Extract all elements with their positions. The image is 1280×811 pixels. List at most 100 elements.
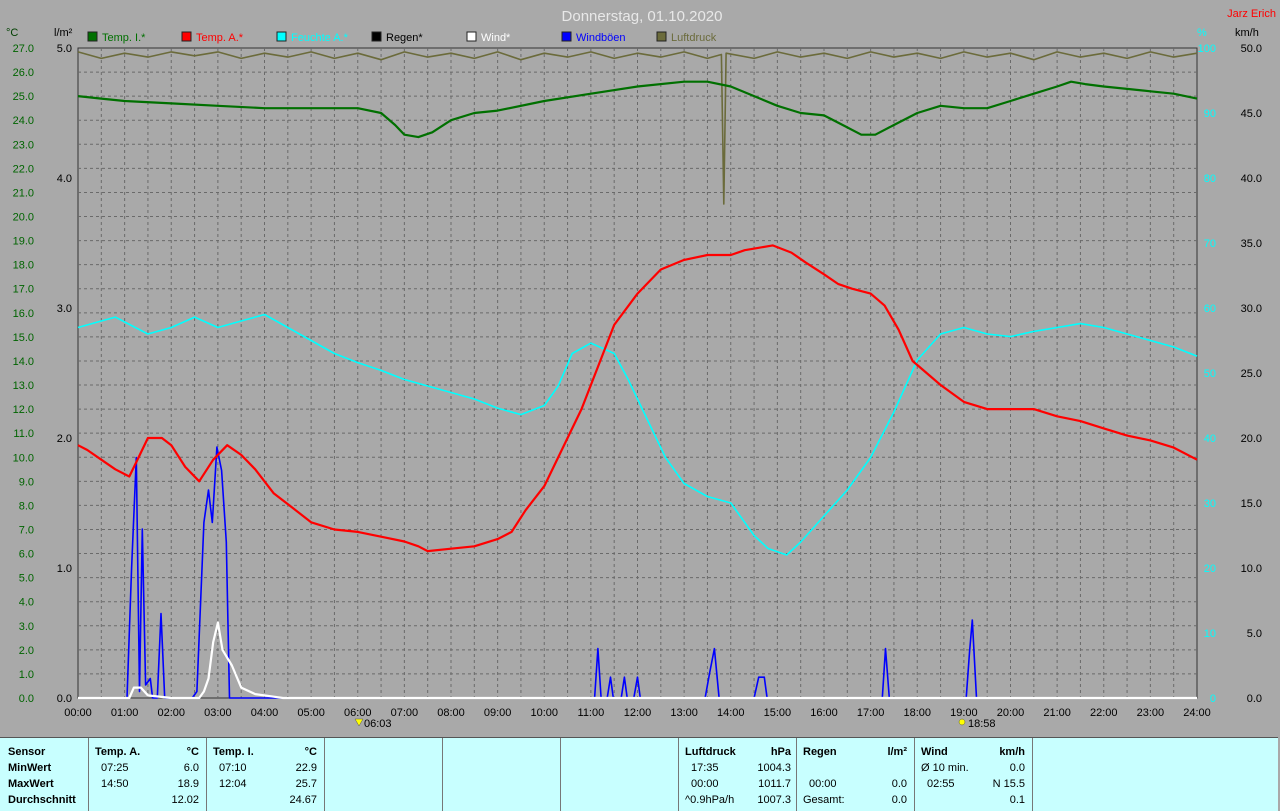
- legend-label: Regen*: [386, 32, 423, 44]
- rain-total-label: Gesamt:: [803, 794, 845, 806]
- temp-tick-label: 27.0: [13, 43, 34, 55]
- wind-unit: km/h: [999, 746, 1025, 758]
- temp-i-header: Temp. I.: [213, 746, 254, 758]
- temp-tick-label: 16.0: [13, 308, 34, 320]
- x-tick-label: 03:00: [204, 707, 232, 719]
- temp-tick-label: 8.0: [19, 500, 34, 512]
- pressure-column: Luftdruck hPa 17:35 1004.3 00:00 1011.7 …: [678, 738, 797, 811]
- humidity-axis: 1009080706050403020100: [1198, 43, 1216, 705]
- humidity-tick-label: 40: [1204, 433, 1216, 445]
- wind-tick-label: 20.0: [1241, 433, 1262, 445]
- x-tick-label: 07:00: [391, 707, 419, 719]
- temp-tick-label: 10.0: [13, 452, 34, 464]
- pressure-min-value: 1004.3: [757, 762, 791, 774]
- wind-tick-label: 30.0: [1241, 303, 1262, 315]
- temp-tick-label: 12.0: [13, 404, 34, 416]
- temp-tick-label: 24.0: [13, 115, 34, 127]
- wind-avg-label: Ø 10 min.: [921, 762, 969, 774]
- wind-avg-value: 0.0: [1009, 762, 1025, 774]
- pressure-max-value: 1011.7: [758, 778, 791, 790]
- pressure-unit: hPa: [770, 746, 791, 758]
- legend-label: Wind*: [481, 32, 511, 44]
- wind-tick-label: 40.0: [1241, 173, 1262, 185]
- x-tick-label: 22:00: [1090, 707, 1118, 719]
- sunrise-marker: 06:03: [354, 718, 392, 730]
- humidity-tick-label: 20: [1204, 563, 1216, 575]
- wind-tick-label: 0.0: [1247, 693, 1262, 705]
- temp-i-max-time: 12:04: [219, 778, 247, 790]
- temp-tick-label: 15.0: [13, 332, 34, 344]
- empty-column-2: [442, 738, 561, 811]
- rain-column: Regen l/m² 00:00 0.0 Gesamt: 0.0: [796, 738, 915, 811]
- legend-label: Windböen: [576, 32, 626, 44]
- x-tick-label: 00:00: [64, 707, 92, 719]
- wind-max-time: 02:55: [927, 778, 955, 790]
- temp-i-average: 24.67: [289, 794, 317, 806]
- pressure-average: 1007.3: [757, 794, 791, 806]
- temp-tick-label: 22.0: [13, 163, 34, 175]
- sunset-time: 18:58: [968, 718, 996, 730]
- temp-tick-label: 19.0: [13, 236, 34, 248]
- rain-tick-label: 0.0: [57, 693, 72, 705]
- x-tick-label: 01:00: [111, 707, 139, 719]
- temp-axis: 27.0 26.0 25.0 24.0 23.0 22.0 21.0 20.0 19.0 18.0…: [13, 43, 34, 705]
- temp-tick-label: 6.0: [19, 549, 34, 561]
- x-tick-label: 16:00: [810, 707, 838, 719]
- humidity-tick-label: 60: [1204, 303, 1216, 315]
- legend-swatch: [656, 31, 667, 42]
- x-tick-label: 13:00: [670, 707, 698, 719]
- rain-max-value: 0.0: [891, 778, 907, 790]
- temp-a-max-time: 14:50: [101, 778, 129, 790]
- x-tick-label: 18:00: [903, 707, 931, 719]
- pressure-max-time: 00:00: [691, 778, 719, 790]
- time-axis: 00:00 01:00 02:00 03:00 04:00 05:00 06:00 07:00…: [64, 707, 1211, 719]
- rain-header: Regen: [803, 746, 837, 758]
- temp-tick-label: 9.0: [19, 476, 34, 488]
- temp-tick-label: 11.0: [13, 428, 34, 440]
- temp-tick-label: 2.0: [19, 645, 34, 657]
- pressure-header: Luftdruck: [685, 746, 736, 758]
- empty-column-4: [1032, 738, 1279, 811]
- wind-tick-label: 5.0: [1247, 628, 1262, 640]
- wind-max-value: N 15.5: [992, 778, 1025, 790]
- wind-column: Wind km/h Ø 10 min. 0.0 02:55 N 15.5 0.1: [914, 738, 1033, 811]
- humidity-unit-label: %: [1197, 27, 1207, 39]
- temp-tick-label: 25.0: [13, 91, 34, 103]
- legend-label: Temp. A.*: [196, 32, 244, 44]
- temp-tick-label: 4.0: [19, 597, 34, 609]
- x-tick-label: 24:00: [1183, 707, 1211, 719]
- x-tick-label: 11:00: [578, 707, 605, 719]
- sunrise-time: 06:03: [364, 718, 392, 730]
- temp-a-max-value: 18.9: [177, 778, 199, 790]
- rain-max-time: 00:00: [809, 778, 837, 790]
- x-tick-label: 20:00: [997, 707, 1025, 719]
- weather-chart: 27.0 26.0 25.0 24.0 23.0 22.0 21.0 20.0 19.0 18.0…: [6, 8, 1276, 730]
- sensor-header: Sensor: [8, 746, 46, 758]
- wind-header: Wind: [921, 746, 948, 758]
- wind-tick-label: 10.0: [1241, 563, 1262, 575]
- wind-daily-average: 0.1: [1009, 794, 1025, 806]
- legend-swatch: [276, 31, 287, 42]
- empty-column-1: [324, 738, 443, 811]
- temp-tick-label: 14.0: [13, 356, 34, 368]
- chart-legend: Temp. I.* Temp. A.* Feuchte A.* Regen* Wind*…: [87, 31, 717, 44]
- statistics-panel: Sensor MinWert MaxWert Durchschnitt Temp…: [0, 737, 1278, 811]
- wind-unit-label: km/h: [1235, 27, 1259, 39]
- temp-tick-label: 20.0: [13, 212, 34, 224]
- temp-a-column: Temp. A. °C 07:25 6.0 14:50 18.9 12.02: [88, 738, 207, 811]
- pressure-trend: ^0.9hPa/h: [685, 794, 735, 806]
- legend-swatch: [87, 31, 98, 42]
- max-row-label: MaxWert: [8, 778, 54, 790]
- rain-unit: l/m²: [887, 746, 907, 758]
- temp-i-min-value: 22.9: [295, 762, 317, 774]
- x-tick-label: 09:00: [484, 707, 512, 719]
- chart-title: Donnerstag, 01.10.2020: [562, 8, 723, 25]
- x-tick-label: 17:00: [857, 707, 885, 719]
- temp-i-min-time: 07:10: [219, 762, 247, 774]
- rain-tick-label: 1.0: [57, 563, 72, 575]
- humidity-tick-label: 80: [1204, 173, 1216, 185]
- min-row-label: MinWert: [8, 762, 52, 774]
- x-tick-label: 02:00: [157, 707, 185, 719]
- humidity-tick-label: 30: [1204, 498, 1216, 510]
- temp-a-min-time: 07:25: [101, 762, 129, 774]
